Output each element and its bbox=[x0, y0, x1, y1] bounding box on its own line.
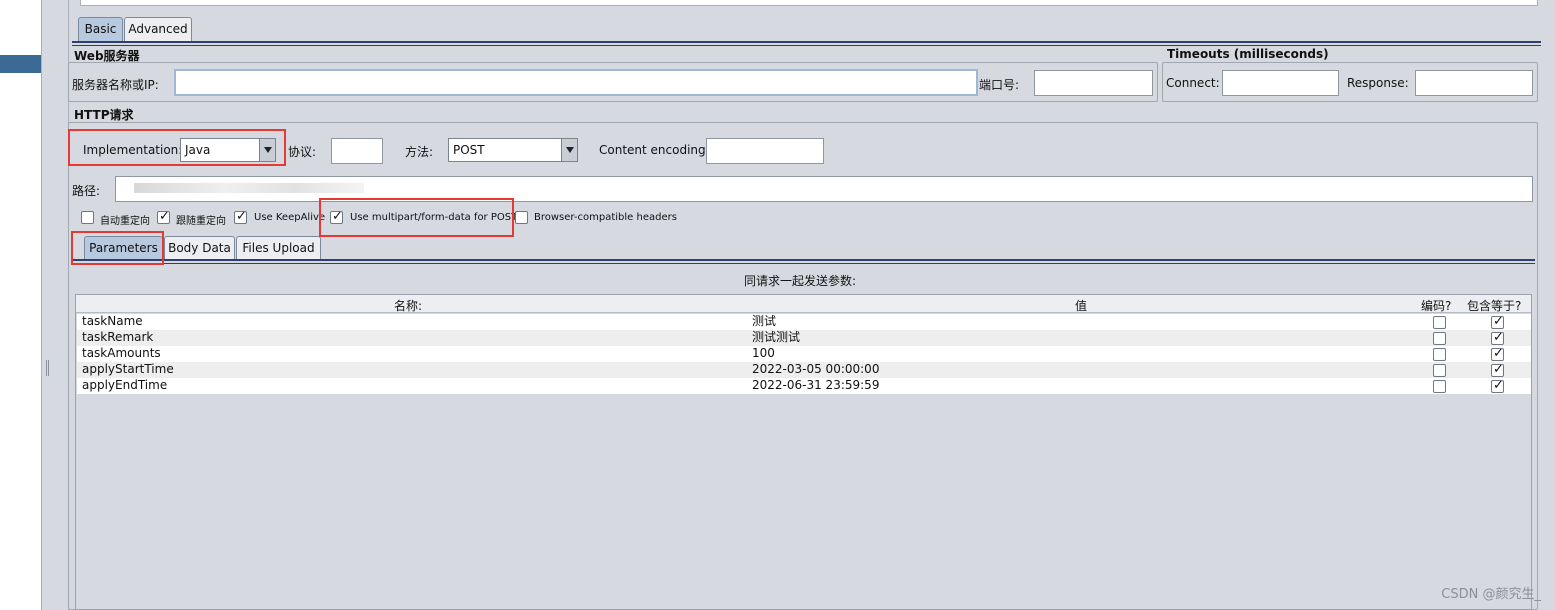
params-caption: 同请求一起发送参数: bbox=[744, 274, 857, 288]
keepalive-checkbox[interactable] bbox=[234, 209, 247, 224]
param-name[interactable]: applyEndTime bbox=[82, 378, 167, 393]
response-input[interactable] bbox=[1415, 70, 1533, 96]
redacted-path bbox=[134, 183, 364, 193]
path-input[interactable] bbox=[115, 176, 1533, 202]
protocol-label: 协议: bbox=[288, 145, 317, 159]
left-panel bbox=[0, 0, 41, 610]
chevron-down-icon[interactable] bbox=[561, 139, 577, 161]
protocol-input[interactable] bbox=[331, 138, 383, 164]
table-row[interactable]: taskAmounts 100 bbox=[77, 346, 1531, 362]
column-include-equals-header[interactable]: 包含等于? bbox=[1467, 297, 1521, 314]
param-name[interactable]: taskAmounts bbox=[82, 346, 161, 361]
method-select[interactable]: POST bbox=[448, 138, 578, 162]
subtab-strip-line-2 bbox=[73, 263, 1535, 264]
tab-basic[interactable]: Basic bbox=[78, 17, 123, 41]
include-equals-checkbox[interactable] bbox=[1491, 346, 1504, 361]
table-header: 名称: 值 编码? 包含等于? bbox=[76, 295, 1531, 313]
encode-checkbox[interactable] bbox=[1433, 380, 1446, 393]
browser-headers-checkbox[interactable] bbox=[515, 211, 528, 224]
param-value[interactable]: 测试测试 bbox=[752, 330, 800, 345]
watermark: CSDN @颜究生_ bbox=[1441, 587, 1541, 602]
tab-body-data[interactable]: Body Data bbox=[164, 236, 235, 260]
include-equals-checkbox[interactable] bbox=[1491, 314, 1504, 329]
encode-checkbox[interactable] bbox=[1433, 332, 1446, 345]
implementation-value: Java bbox=[185, 143, 211, 157]
server-name-label: 服务器名称或IP: bbox=[72, 78, 159, 92]
method-value: POST bbox=[453, 143, 485, 157]
response-label: Response: bbox=[1347, 76, 1409, 90]
param-name[interactable]: taskRemark bbox=[82, 330, 153, 345]
table-row[interactable]: applyStartTime 2022-03-05 00:00:00 bbox=[77, 362, 1531, 378]
subtab-strip-line bbox=[73, 259, 1535, 261]
selected-tree-node[interactable] bbox=[0, 55, 41, 73]
param-name[interactable]: taskName bbox=[82, 314, 143, 329]
column-encode-header[interactable]: 编码? bbox=[1421, 297, 1451, 314]
table-row[interactable]: taskName 测试 bbox=[77, 314, 1531, 330]
param-value[interactable]: 2022-03-05 00:00:00 bbox=[752, 362, 879, 377]
browser-headers-label: Browser-compatible headers bbox=[534, 212, 677, 223]
table-row[interactable]: applyEndTime 2022-06-31 23:59:59 bbox=[77, 378, 1531, 394]
server-name-input[interactable] bbox=[174, 69, 978, 96]
parameters-table: 名称: 值 编码? 包含等于? taskName 测试 taskRemark 测… bbox=[75, 294, 1532, 610]
content-encoding-label: Content encoding: bbox=[599, 143, 710, 157]
column-value-header[interactable]: 值 bbox=[1075, 297, 1087, 314]
tab-parameters[interactable]: Parameters bbox=[84, 236, 163, 260]
include-equals-checkbox[interactable] bbox=[1491, 330, 1504, 345]
include-equals-checkbox[interactable] bbox=[1491, 378, 1504, 393]
implementation-label: Implementation: bbox=[83, 143, 183, 157]
auto-redirect-label: 自动重定向 bbox=[100, 216, 150, 227]
port-input[interactable] bbox=[1034, 70, 1153, 96]
multipart-label: Use multipart/form-data for POST bbox=[350, 212, 518, 223]
tab-files-upload[interactable]: Files Upload bbox=[236, 236, 321, 260]
port-label: 端口号: bbox=[979, 78, 1020, 92]
method-label: 方法: bbox=[405, 145, 434, 159]
column-name-header[interactable]: 名称: bbox=[394, 297, 422, 314]
name-field-strip bbox=[80, 0, 1538, 6]
http-request-title: HTTP请求 bbox=[74, 108, 134, 122]
tab-advanced[interactable]: Advanced bbox=[124, 17, 192, 41]
content-encoding-input[interactable] bbox=[706, 138, 824, 164]
implementation-select[interactable]: Java bbox=[180, 138, 276, 162]
encode-checkbox[interactable] bbox=[1433, 364, 1446, 377]
param-value[interactable]: 2022-06-31 23:59:59 bbox=[752, 378, 879, 393]
multipart-checkbox[interactable] bbox=[330, 209, 343, 224]
tab-strip-line-2 bbox=[72, 45, 1541, 46]
table-row[interactable]: taskRemark 测试测试 bbox=[77, 330, 1531, 346]
auto-redirect-checkbox[interactable] bbox=[81, 211, 94, 224]
chevron-down-icon[interactable] bbox=[259, 139, 275, 161]
table-body: taskName 测试 taskRemark 测试测试 taskAmounts … bbox=[77, 314, 1531, 394]
follow-redirects-label: 跟随重定向 bbox=[176, 216, 226, 227]
connect-label: Connect: bbox=[1166, 76, 1220, 90]
tab-strip-line bbox=[72, 41, 1541, 43]
timeouts-title: Timeouts (milliseconds) bbox=[1167, 47, 1329, 61]
split-divider[interactable] bbox=[41, 0, 68, 610]
param-value[interactable]: 测试 bbox=[752, 314, 776, 329]
connect-input[interactable] bbox=[1222, 70, 1339, 96]
keepalive-label: Use KeepAlive bbox=[254, 212, 326, 223]
encode-checkbox[interactable] bbox=[1433, 316, 1446, 329]
divider-grip[interactable] bbox=[46, 360, 49, 376]
param-value[interactable]: 100 bbox=[752, 346, 775, 361]
path-label: 路径: bbox=[72, 184, 101, 198]
include-equals-checkbox[interactable] bbox=[1491, 362, 1504, 377]
follow-redirects-checkbox[interactable] bbox=[157, 209, 170, 224]
encode-checkbox[interactable] bbox=[1433, 348, 1446, 361]
param-name[interactable]: applyStartTime bbox=[82, 362, 174, 377]
